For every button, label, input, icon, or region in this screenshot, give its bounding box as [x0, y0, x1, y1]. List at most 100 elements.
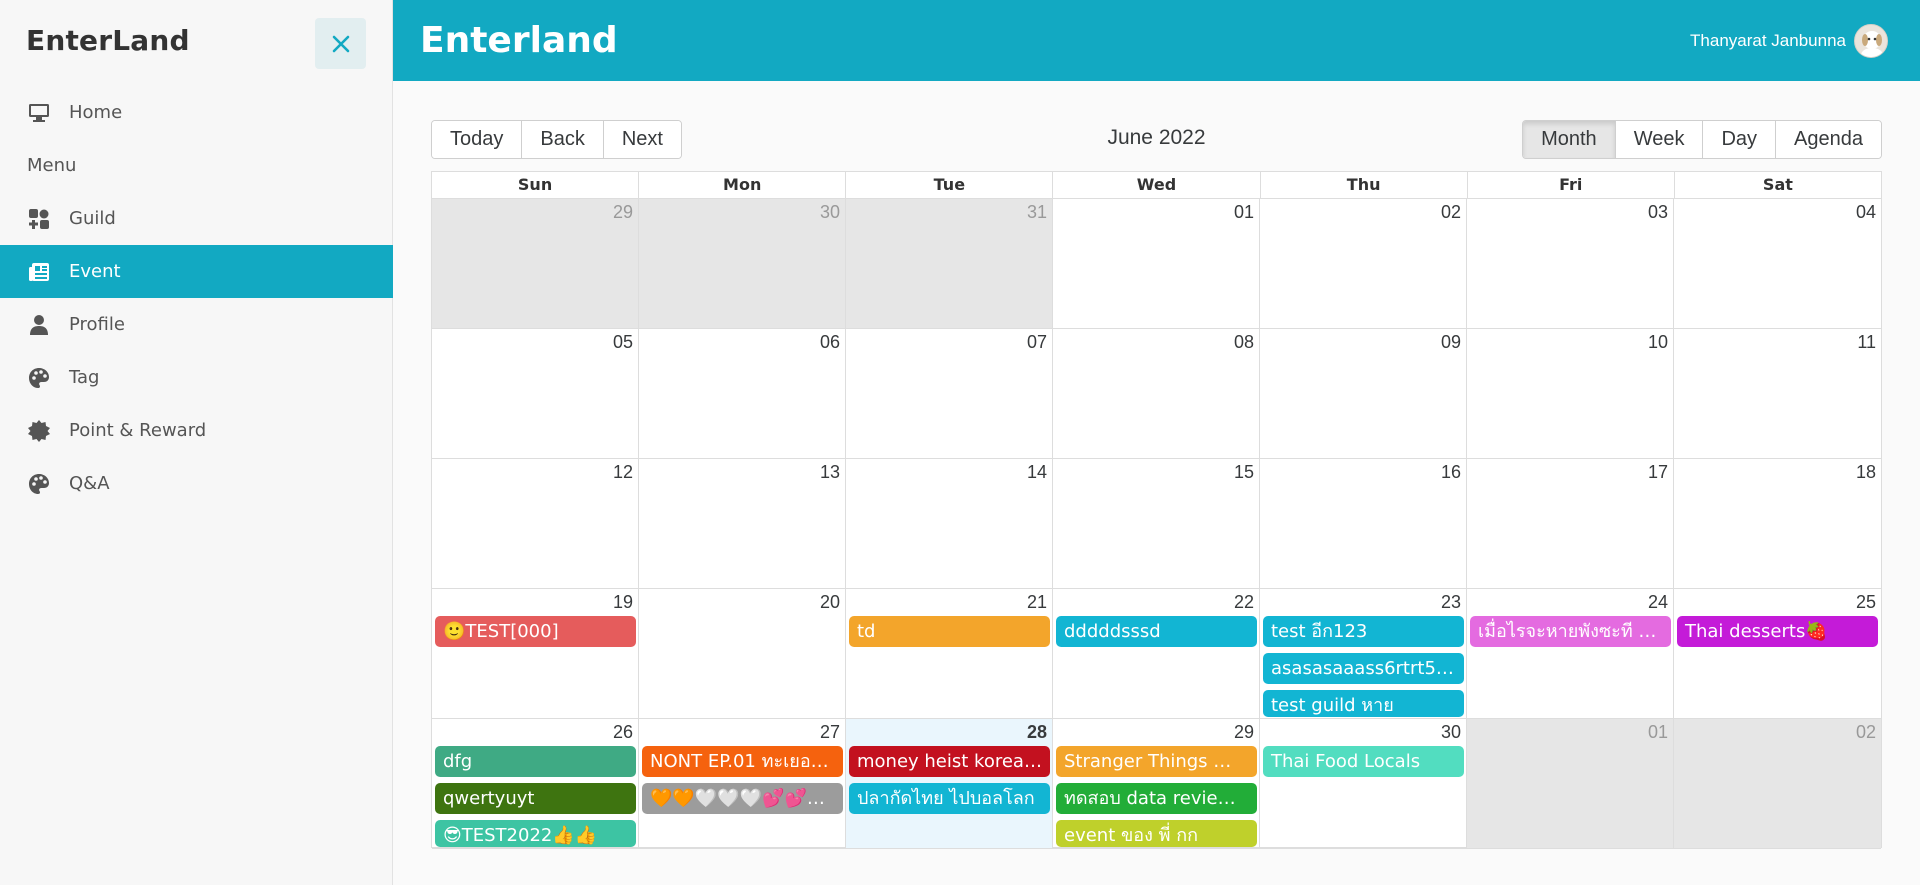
calendar-day-cell[interactable]: 16 [1260, 459, 1467, 588]
calendar-day-cell[interactable]: 30 [639, 199, 846, 328]
calendar-day-cell[interactable]: 30 [1260, 719, 1467, 848]
calendar-date-number[interactable]: 13 [820, 462, 840, 483]
calendar-event[interactable]: money heist korean version [849, 746, 1050, 777]
calendar-date-number[interactable]: 16 [1441, 462, 1461, 483]
view-month-button[interactable]: Month [1523, 121, 1616, 158]
next-button[interactable]: Next [603, 121, 681, 158]
calendar-date-number[interactable]: 25 [1856, 592, 1876, 613]
calendar-date-number[interactable]: 27 [820, 722, 840, 743]
calendar-date-number[interactable]: 29 [613, 202, 633, 223]
calendar-event[interactable]: ปลากัดไทย ไปบอลโลก [849, 783, 1050, 814]
calendar-day-cell[interactable]: 31 [846, 199, 1053, 328]
calendar-day-cell[interactable]: 21 [846, 589, 1053, 718]
calendar-event[interactable]: 🙂TEST[000] [435, 616, 636, 647]
view-day-button[interactable]: Day [1703, 121, 1777, 158]
calendar-date-number[interactable]: 03 [1648, 202, 1668, 223]
calendar-date-number[interactable]: 21 [1027, 592, 1047, 613]
view-agenda-button[interactable]: Agenda [1776, 121, 1881, 158]
calendar-day-cell[interactable]: 29 [432, 199, 639, 328]
calendar-event[interactable]: เมื่อไรจะหายพังซะที 😎👍 [1470, 616, 1671, 647]
avatar[interactable] [1854, 23, 1888, 58]
calendar-date-number[interactable]: 28 [1027, 722, 1047, 743]
calendar-event[interactable]: NONT EP.01 ทะเยอทะยานไปเรื่อยๆ [642, 746, 843, 777]
calendar-date-number[interactable]: 31 [1027, 202, 1047, 223]
calendar-date-number[interactable]: 26 [613, 722, 633, 743]
calendar-day-cell[interactable]: 10 [1467, 329, 1674, 458]
calendar-day-cell[interactable]: 22 [1053, 589, 1260, 718]
calendar-date-number[interactable]: 06 [820, 332, 840, 353]
calendar-event[interactable]: 😎TEST2022👍👍 [435, 820, 636, 847]
calendar-date-number[interactable]: 05 [613, 332, 633, 353]
sidebar-item-point-reward[interactable]: Point & Reward [0, 404, 393, 457]
calendar-day-cell[interactable]: 12 [432, 459, 639, 588]
user-menu[interactable]: Thanyarat Janbunna [1690, 23, 1888, 58]
calendar-day-cell[interactable]: 17 [1467, 459, 1674, 588]
close-sidebar-button[interactable] [315, 18, 366, 69]
calendar-day-cell[interactable]: 03 [1467, 199, 1674, 328]
calendar-date-number[interactable]: 14 [1027, 462, 1047, 483]
sidebar-item-profile[interactable]: Profile [0, 298, 393, 351]
sidebar-item-guild[interactable]: Guild [0, 192, 393, 245]
calendar-day-cell[interactable]: 09 [1260, 329, 1467, 458]
calendar-date-number[interactable]: 02 [1856, 722, 1876, 743]
sidebar-item-qa[interactable]: Q&A [0, 457, 393, 510]
calendar-event[interactable]: event ของ พี่ กก [1056, 820, 1257, 847]
calendar-day-cell[interactable]: 15 [1053, 459, 1260, 588]
calendar-day-cell[interactable]: 11 [1674, 329, 1881, 458]
calendar-date-number[interactable]: 01 [1234, 202, 1254, 223]
calendar-date-number[interactable]: 02 [1441, 202, 1461, 223]
calendar-event[interactable]: td [849, 616, 1050, 647]
calendar-day-cell[interactable]: 01 [1053, 199, 1260, 328]
calendar-date-number[interactable]: 15 [1234, 462, 1254, 483]
calendar-date-number[interactable]: 01 [1648, 722, 1668, 743]
calendar-date-number[interactable]: 23 [1441, 592, 1461, 613]
calendar-event[interactable]: 🧡🧡🤍🤍🤍💕💕💕💕 [642, 783, 843, 814]
calendar-day-cell[interactable]: 19 [432, 589, 639, 718]
calendar-day-cell[interactable]: 07 [846, 329, 1053, 458]
calendar-date-number[interactable]: 29 [1234, 722, 1254, 743]
calendar-day-cell[interactable]: 02 [1674, 719, 1881, 848]
calendar-event[interactable]: Stranger Things 🎬 season 4 [1056, 746, 1257, 777]
calendar-date-number[interactable]: 30 [820, 202, 840, 223]
calendar-date-number[interactable]: 07 [1027, 332, 1047, 353]
today-button[interactable]: Today [432, 121, 523, 158]
calendar-date-number[interactable]: 20 [820, 592, 840, 613]
calendar-day-cell[interactable]: 20 [639, 589, 846, 718]
calendar-event[interactable]: Thai Food Locals [1263, 746, 1464, 777]
calendar-day-cell[interactable]: 02 [1260, 199, 1467, 328]
calendar-day-cell[interactable]: 05 [432, 329, 639, 458]
calendar-day-cell[interactable]: 14 [846, 459, 1053, 588]
calendar-date-number[interactable]: 10 [1648, 332, 1668, 353]
calendar-day-cell[interactable]: 24 [1467, 589, 1674, 718]
calendar-day-cell[interactable]: 13 [639, 459, 846, 588]
calendar-date-number[interactable]: 24 [1648, 592, 1668, 613]
calendar-event[interactable]: dddddsssd [1056, 616, 1257, 647]
calendar-event[interactable]: ทดสอบ data review event [1056, 783, 1257, 814]
view-week-button[interactable]: Week [1615, 121, 1704, 158]
calendar-date-number[interactable]: 09 [1441, 332, 1461, 353]
calendar-date-number[interactable]: 18 [1856, 462, 1876, 483]
calendar-date-number[interactable]: 11 [1857, 332, 1876, 353]
calendar-date-number[interactable]: 04 [1856, 202, 1876, 223]
calendar-day-cell[interactable]: 04 [1674, 199, 1881, 328]
calendar-event[interactable]: test อีก123 [1263, 616, 1464, 647]
back-button[interactable]: Back [522, 121, 604, 158]
calendar-event[interactable]: Thai desserts🍓 [1677, 616, 1878, 647]
calendar-date-number[interactable]: 17 [1648, 462, 1668, 483]
calendar-date-number[interactable]: 12 [613, 462, 633, 483]
calendar-date-number[interactable]: 22 [1234, 592, 1254, 613]
calendar-date-number[interactable]: 30 [1441, 722, 1461, 743]
calendar-day-cell[interactable]: 18 [1674, 459, 1881, 588]
calendar-date-number[interactable]: 19 [613, 592, 633, 613]
calendar-date-number[interactable]: 08 [1234, 332, 1254, 353]
calendar-day-cell[interactable]: 08 [1053, 329, 1260, 458]
calendar-day-cell[interactable]: 25 [1674, 589, 1881, 718]
calendar-event[interactable]: dfg [435, 746, 636, 777]
calendar-day-cell[interactable]: 01 [1467, 719, 1674, 848]
calendar-event[interactable]: test guild หาย [1263, 690, 1464, 717]
calendar-day-cell[interactable]: 06 [639, 329, 846, 458]
sidebar-item-tag[interactable]: Tag [0, 351, 393, 404]
calendar-event[interactable]: asasasaaass6rtrt5rtr [1263, 653, 1464, 684]
sidebar-item-event[interactable]: Event [0, 245, 393, 298]
calendar-event[interactable]: qwertyuyt [435, 783, 636, 814]
